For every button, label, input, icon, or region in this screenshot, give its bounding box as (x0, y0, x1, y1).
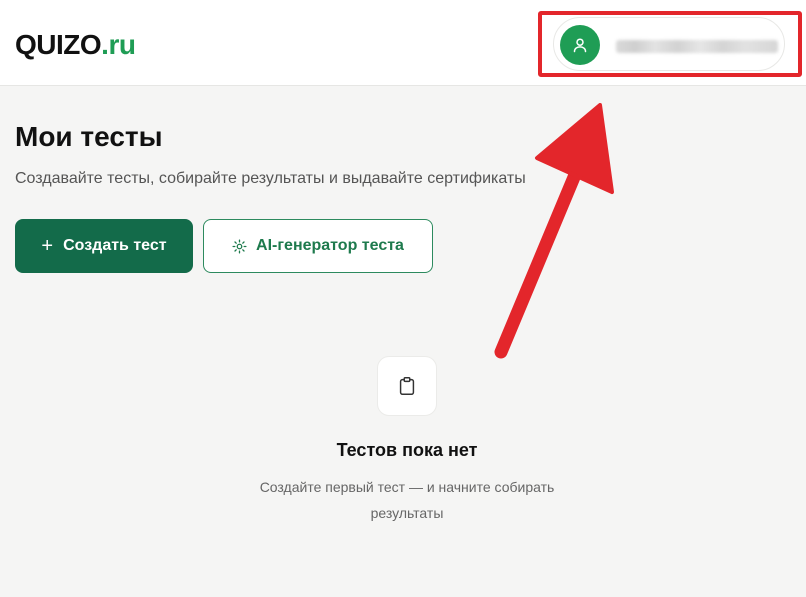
user-icon (573, 38, 587, 53)
page: QUIZO.ru Мои тесты Создавайте тесты, соб… (0, 0, 806, 597)
sparkle-icon (232, 238, 247, 254)
empty-state-description: Создайте первый тест — и начните собират… (259, 479, 555, 521)
empty-state-title: Тестов пока нет (336, 440, 478, 460)
username-redacted (616, 40, 778, 53)
top-header: QUIZO.ru (0, 0, 806, 86)
logo-brand: QUIZO (15, 29, 102, 60)
ai-generator-label: AI-генератор теста (256, 237, 404, 254)
logo[interactable]: QUIZO.ru (15, 29, 136, 61)
create-test-button[interactable]: + Создать тест (15, 219, 193, 273)
create-test-label: Создать тест (63, 237, 167, 254)
empty-state-icon-box (377, 356, 437, 416)
logo-tld: .ru (101, 29, 136, 60)
page-subtitle: Создавайте тесты, собирайте результаты и… (15, 170, 526, 187)
avatar (560, 25, 600, 65)
user-menu-button[interactable] (553, 17, 785, 71)
ai-generator-button[interactable]: AI-генератор теста (203, 219, 433, 273)
page-title: Мои тесты (15, 121, 163, 152)
clipboard-icon (399, 377, 415, 395)
arrow-head (535, 103, 614, 194)
plus-icon: + (41, 235, 54, 257)
